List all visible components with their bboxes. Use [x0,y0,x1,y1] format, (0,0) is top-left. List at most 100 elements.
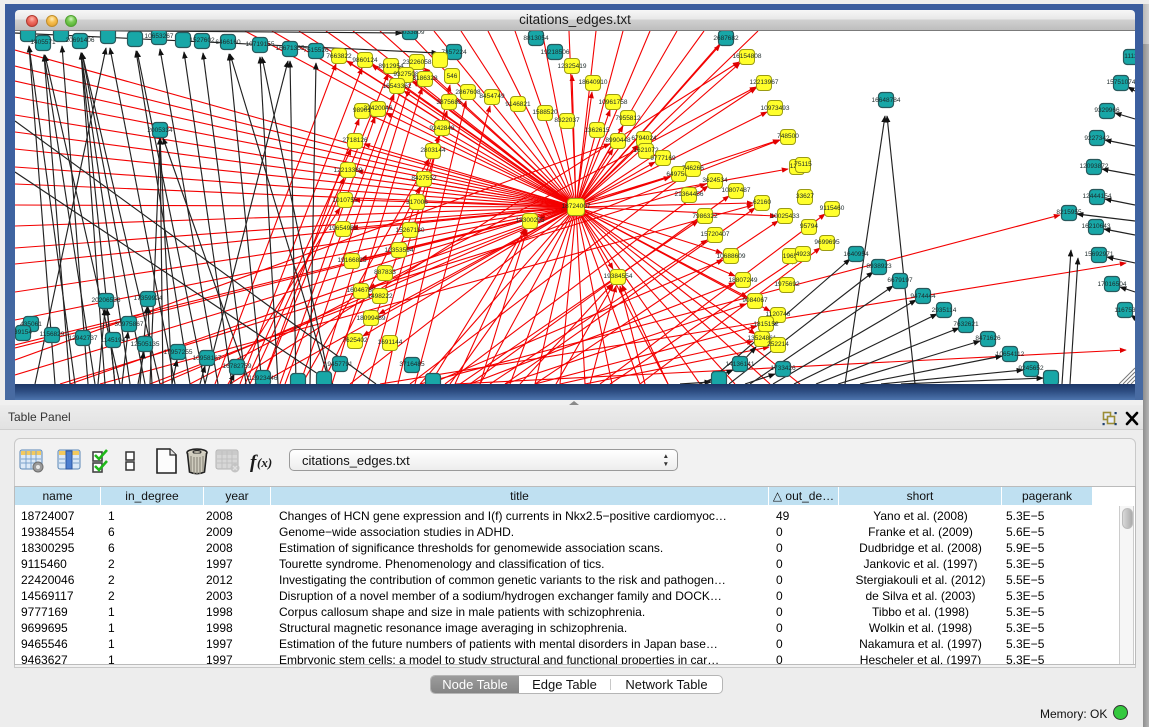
svg-text:1588520: 1588520 [532,109,558,116]
svg-text:1010755: 1010755 [332,197,358,204]
svg-text:17016504: 17016504 [1098,281,1127,288]
svg-text:15692971: 15692971 [1085,251,1114,258]
svg-text:9860124: 9860124 [352,57,378,64]
svg-text:8186328: 8186328 [412,75,438,82]
svg-text:8322037: 8322037 [554,117,580,124]
svg-text:20206536: 20206536 [92,297,121,304]
svg-text:1691144: 1691144 [378,339,403,346]
svg-text:19654985: 19654985 [329,225,358,232]
svg-text:16543362: 16543362 [383,83,412,90]
svg-text:7663822: 7663822 [326,53,352,60]
svg-text:62160: 62160 [753,199,771,206]
svg-text:1975692: 1975692 [774,281,800,288]
svg-text:10653267: 10653267 [145,33,174,40]
svg-text:9457791: 9457791 [327,361,353,368]
svg-text:2867608: 2867608 [455,89,481,96]
svg-text:9245652: 9245652 [1018,365,1044,372]
svg-text:10719155: 10719155 [246,41,275,48]
svg-text:116753: 116753 [1114,307,1135,314]
svg-text:18300295: 18300295 [516,217,545,224]
svg-text:9329966: 9329966 [1094,107,1120,114]
svg-text:9777169: 9777169 [650,155,676,162]
svg-text:9699695: 9699695 [814,239,840,246]
svg-text:8471626: 8471626 [975,335,1001,342]
svg-text:6679197: 6679197 [887,277,913,284]
svg-text:15720407: 15720407 [701,231,730,238]
svg-text:18640910: 18640910 [579,79,608,86]
svg-text:6794024: 6794024 [631,135,657,142]
svg-text:746266: 746266 [682,165,704,172]
svg-text:8938923: 8938923 [866,263,892,270]
svg-text:546: 546 [447,73,458,80]
svg-text:2687682: 2687682 [713,35,739,42]
svg-text:9474444: 9474444 [910,293,936,300]
svg-text:7625402: 7625402 [342,337,368,344]
svg-text:2005334: 2005334 [147,127,173,134]
svg-text:16782759: 16782759 [223,363,252,370]
svg-text:3624534: 3624534 [702,177,728,184]
svg-text:10025433: 10025433 [771,213,800,220]
svg-text:10958167: 10958167 [193,355,222,362]
svg-text:2935114: 2935114 [932,307,957,314]
svg-text:10654112: 10654112 [996,351,1025,358]
svg-text:1405571: 1405571 [30,39,56,46]
svg-text:7515526: 7515526 [303,47,329,54]
svg-text:1112: 1112 [1124,53,1135,60]
svg-text:887833: 887833 [374,269,396,276]
svg-text:8454749: 8454749 [479,93,505,100]
svg-text:39154: 39154 [15,329,32,336]
svg-text:1156829: 1156829 [40,331,65,338]
svg-text:9115460: 9115460 [820,205,845,212]
svg-text:15751074: 15751074 [1107,79,1135,86]
svg-text:8427552: 8427552 [411,175,437,182]
svg-text:22420046: 22420046 [364,105,393,112]
svg-text:2803144: 2803144 [420,147,446,154]
svg-text:1145194: 1145194 [101,337,126,344]
svg-text:12325419: 12325419 [558,63,587,70]
svg-text:12213967: 12213967 [750,79,779,86]
svg-text:6466160: 6466160 [215,39,241,46]
svg-text:12093872: 12093872 [1080,163,1109,170]
svg-text:8215955: 8215955 [1056,209,1082,216]
svg-text:1498222: 1498222 [367,293,393,300]
svg-text:18807249: 18807249 [729,277,758,284]
svg-text:9146821: 9146821 [505,101,531,108]
svg-text:9242848: 9242848 [429,125,455,132]
svg-text:12923446: 12923446 [249,375,278,382]
svg-text:17359924: 17359924 [134,295,163,302]
svg-text:16671355: 16671355 [276,45,305,52]
svg-text:15267130: 15267130 [396,227,425,234]
svg-text:3716485: 3716485 [399,361,425,368]
svg-text:95794: 95794 [800,223,818,230]
svg-text:16033809: 16033809 [396,31,425,36]
svg-text:20691406: 20691406 [66,37,95,44]
svg-text:9227342: 9227342 [1084,135,1110,142]
svg-text:9084067: 9084067 [742,297,768,304]
svg-text:10688609: 10688609 [717,253,746,260]
svg-text:19218506: 19218506 [541,49,570,56]
svg-text:1527602: 1527602 [189,37,215,44]
svg-text:14136141: 14136141 [726,361,755,368]
svg-text:(x): (x) [257,455,272,470]
svg-text:23226058: 23226058 [403,59,432,66]
svg-text:16154808: 16154808 [733,53,762,60]
svg-text:10973493: 10973493 [761,105,790,112]
svg-text:19166825: 19166825 [338,257,367,264]
svg-text:1733426: 1733426 [770,365,796,372]
svg-text:12942737: 12942737 [69,335,98,342]
svg-text:7986322: 7986322 [692,213,718,220]
svg-text:30975867: 30975867 [115,321,144,328]
svg-text:317006: 317006 [406,199,428,206]
svg-text:10961758: 10961758 [599,99,628,106]
svg-text:3875685: 3875685 [436,99,462,106]
svg-text:2718126: 2718126 [342,137,368,144]
svg-text:33627: 33627 [796,193,814,200]
svg-text:12353594: 12353594 [385,247,414,254]
svg-text:7632621: 7632621 [953,321,979,328]
svg-text:1362615: 1362615 [584,127,610,134]
svg-text:12213389: 12213389 [334,167,363,174]
svg-text:75115: 75115 [794,161,812,168]
svg-text:748500: 748500 [777,133,799,140]
svg-text:8990448: 8990448 [605,137,631,144]
svg-text:21364456: 21364456 [675,191,704,198]
